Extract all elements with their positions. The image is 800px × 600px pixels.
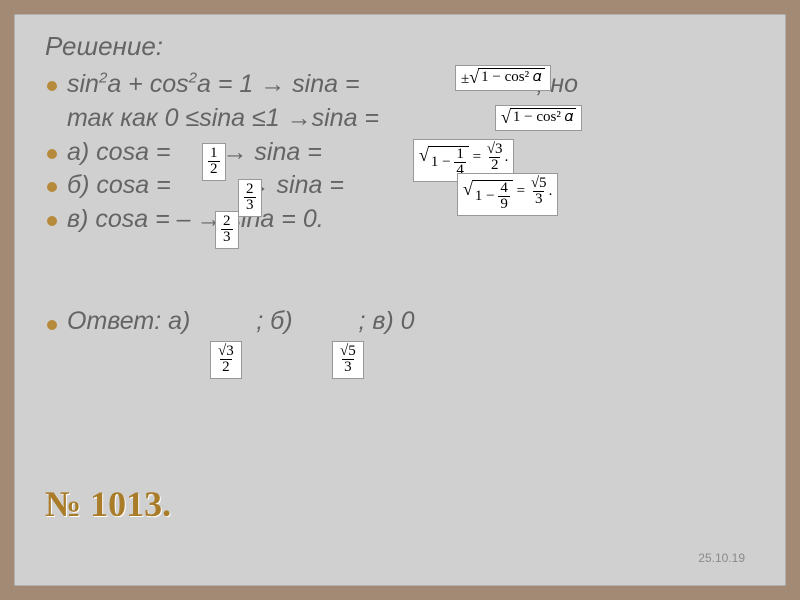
denominator: 3	[244, 197, 256, 213]
text: a = 1 → sina =	[197, 70, 360, 98]
squared: 2	[189, 70, 197, 87]
text: sin	[67, 70, 99, 98]
text: a + cos	[107, 70, 188, 98]
problem-number: № 1013.	[45, 483, 171, 525]
numerator: 4	[498, 181, 510, 196]
formula-sqrt: √1 − cos² 𝛼	[495, 105, 582, 131]
formula-two-thirds-v: 23	[215, 211, 239, 249]
numerator: 1	[208, 146, 220, 161]
denominator: 3	[221, 229, 233, 245]
numerator: √5	[338, 344, 358, 359]
slide-content: Решение: sin2a + cos2a = 1 → sina = , но…	[15, 15, 785, 585]
numerator: √5	[529, 176, 549, 191]
denominator: 2	[220, 359, 232, 375]
answer-a-value: √32	[210, 341, 242, 379]
solution-list: sin2a + cos2a = 1 → sina = , но так как …	[45, 68, 755, 237]
radicand: 1 − cos² 𝛼	[510, 108, 576, 126]
text: ; в) 0	[358, 307, 414, 335]
solution-heading: Решение:	[45, 31, 755, 62]
radicand: 1 − cos² 𝛼	[478, 68, 544, 86]
formula-one-half: 12	[202, 143, 226, 181]
answer-line: Ответ: а) ; б) ; в) 0	[45, 307, 755, 336]
text: в) cosa = –	[67, 205, 191, 233]
formula-b-result: √1 − 49 = √53.	[457, 173, 558, 216]
text: б) cosa =	[67, 171, 171, 199]
text: Ответ: а)	[67, 307, 190, 335]
line-v: в) cosa = –→ sina = 0.	[45, 203, 755, 237]
denominator: 9	[498, 196, 510, 212]
text: а) cosa =	[67, 138, 171, 166]
numerator: √3	[485, 142, 505, 157]
numerator: 2	[221, 214, 233, 229]
line-1: sin2a + cos2a = 1 → sina = , но так как …	[45, 68, 755, 136]
numerator: 1	[454, 147, 466, 162]
denominator: 3	[533, 191, 545, 207]
line-b: б) cosa = → sina =	[45, 169, 755, 203]
text: ; б)	[256, 307, 292, 335]
numerator: 2	[244, 182, 256, 197]
text: так как 0 ≤sina ≤1 →sina =	[67, 104, 379, 132]
slide-outer-frame: Решение: sin2a + cos2a = 1 → sina = , но…	[0, 0, 800, 600]
slide-date: 25.10.19	[698, 551, 745, 565]
formula-two-thirds: 23	[238, 179, 262, 217]
text: → sina =	[222, 138, 321, 166]
answer-b-value: √53	[332, 341, 364, 379]
formula-pm-sqrt: ±√1 − cos² 𝛼	[455, 65, 551, 91]
denominator: 2	[208, 161, 220, 177]
denominator: 3	[342, 359, 354, 375]
numerator: √3	[216, 344, 236, 359]
line-a: а) cosa = → sina =	[45, 136, 755, 170]
denominator: 2	[489, 157, 501, 173]
slide-inner-frame: Решение: sin2a + cos2a = 1 → sina = , но…	[14, 14, 786, 586]
pm-sign: ±	[461, 71, 469, 87]
